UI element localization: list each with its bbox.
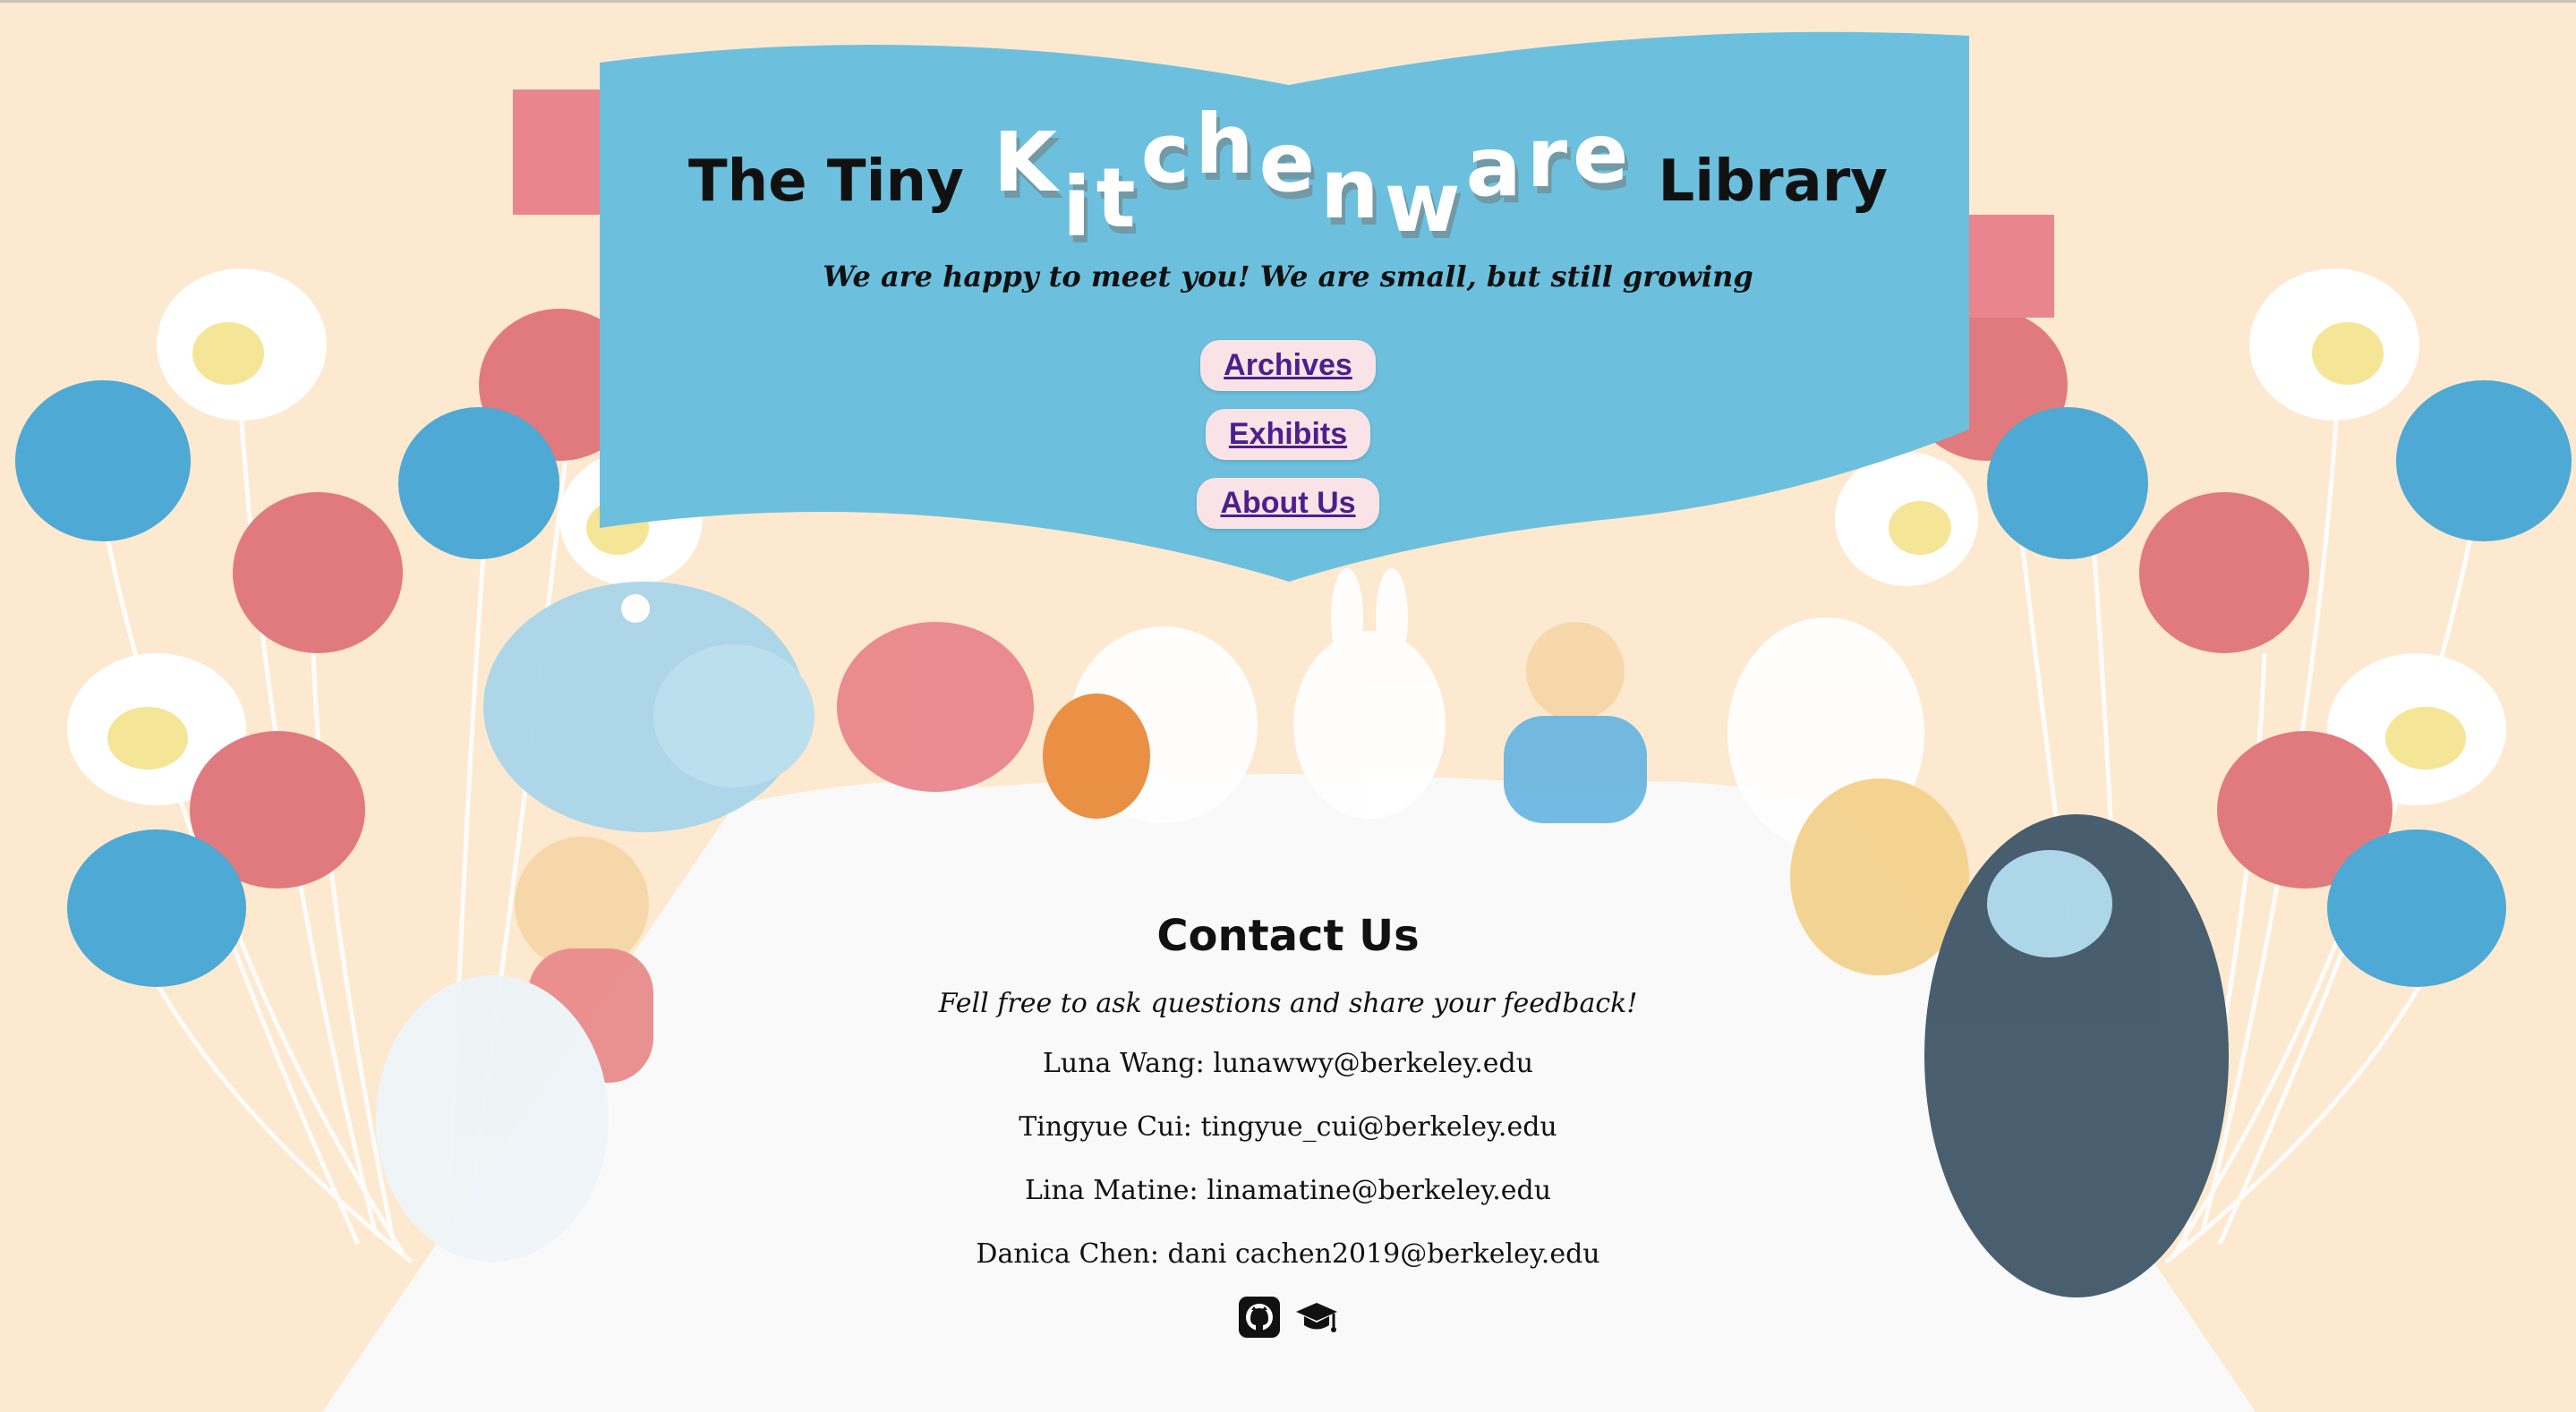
- graduation-cap-icon[interactable]: [1294, 1295, 1339, 1340]
- github-icon[interactable]: [1237, 1295, 1282, 1340]
- title-letter: e: [1573, 106, 1629, 201]
- social-icons: [0, 1295, 2576, 1340]
- contact-line-danica: Danica Chen: dani cachen2019@berkeley.ed…: [976, 1238, 1600, 1270]
- title-letter: r: [1526, 110, 1568, 206]
- subtitle: We are happy to meet you! We are small, …: [823, 259, 1753, 293]
- contact-heading: Contact Us: [1156, 911, 1420, 961]
- contact-lead: Fell free to ask questions and share you…: [938, 988, 1638, 1019]
- title-letter: a: [1465, 119, 1522, 215]
- title-letter: K: [993, 115, 1058, 210]
- title-letter: t: [1096, 150, 1136, 246]
- main-nav: Archives Exhibits About Us: [0, 340, 2576, 529]
- contact-section: Contact Us Fell free to ask questions an…: [0, 911, 2576, 1340]
- title-letter: c: [1140, 106, 1190, 201]
- title-letter: h: [1195, 97, 1254, 192]
- site-title: The Tiny K i t c h e n w a r e Library: [0, 97, 2576, 255]
- nav-link-archives[interactable]: Archives: [1200, 340, 1376, 391]
- nav-link-exhibits[interactable]: Exhibits: [1205, 409, 1371, 460]
- contact-line-lina: Lina Matine: linamatine@berkeley.edu: [1024, 1175, 1552, 1206]
- title-letter: w: [1384, 155, 1461, 251]
- title-suffix: Library: [1658, 149, 1888, 215]
- title-prefix: The Tiny: [688, 149, 964, 215]
- nav-link-about-us[interactable]: About Us: [1197, 478, 1379, 529]
- title-fancy-word: K i t c h e n w a r e: [991, 97, 1632, 255]
- title-letter: i: [1062, 159, 1091, 255]
- contact-line-luna: Luna Wang: lunawwy@berkeley.edu: [1042, 1048, 1534, 1079]
- title-letter: e: [1258, 115, 1316, 210]
- contact-line-tingyue: Tingyue Cui: tingyue_cui@berkeley.edu: [1019, 1111, 1557, 1143]
- title-letter: n: [1320, 141, 1379, 237]
